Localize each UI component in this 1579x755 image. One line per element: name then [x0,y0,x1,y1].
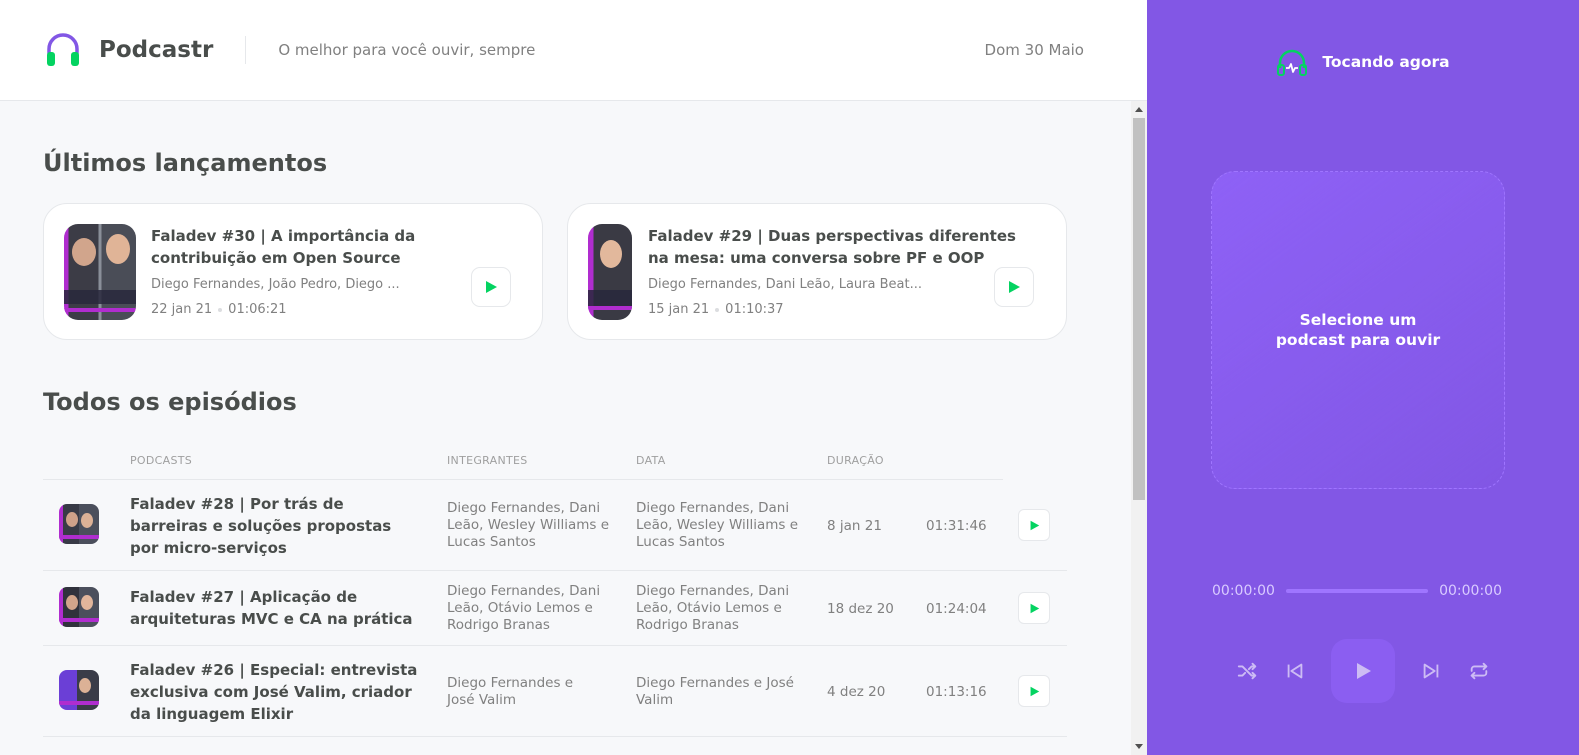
episode-duration: 01:06:21 [228,302,287,317]
episode-meta: 15 jan 21 01:10:37 [648,302,784,317]
app-name: Podcastr [99,37,214,63]
progress-slider[interactable] [1285,589,1429,593]
header-date: Dom 30 Maio [984,41,1084,59]
episode-thumbnail[interactable] [64,224,136,320]
episode-members: Diego Fernandes, Dani Leão, Wesley Willi… [447,500,610,550]
episode-thumbnail[interactable] [59,670,99,710]
repeat-icon [1470,662,1488,680]
play-icon [1030,520,1039,530]
header-divider [245,36,247,64]
table-row[interactable]: Faladev #28 | Por trás de barreiras e so… [43,480,1067,571]
episode-duration: 01:13:16 [926,684,987,700]
shuffle-button[interactable] [1235,659,1259,683]
episode-meta: 22 jan 21 01:06:21 [151,302,287,317]
episode-title[interactable]: Faladev #26 | Especial: entrevista exclu… [130,659,420,725]
episode-members: Diego Fernandes, Dani Leão, Otávio Lemos… [447,583,601,633]
shuffle-icon [1237,662,1257,680]
meta-separator [218,307,223,312]
episode-title[interactable]: Faladev #28 | Por trás de barreiras e so… [130,493,420,559]
total-time: 00:00:00 [1439,583,1502,599]
player-panel: Tocando agora Selecione um podcast para … [1147,0,1579,755]
episode-thumbnail[interactable] [59,504,99,544]
episode-duration: 01:24:04 [926,601,987,617]
latest-episode-card[interactable]: Faladev #29 | Duas perspectivas diferent… [567,203,1067,340]
play-button[interactable] [1018,509,1050,541]
table-row[interactable]: Faladev #26 | Especial: entrevista exclu… [43,646,1067,737]
play-button[interactable] [1018,675,1050,707]
play-button[interactable] [471,267,511,307]
play-icon [1030,603,1039,613]
episode-date: 8 jan 21 [827,518,882,534]
empty-player-message: Selecione um podcast para ouvir [1275,311,1441,349]
player-controls [1147,639,1579,703]
repeat-button[interactable] [1467,659,1491,683]
headphones-wave-icon [1277,49,1308,76]
latest-episode-card[interactable]: Faladev #30 | A importância da contribui… [43,203,543,340]
latest-releases-title: Últimos lançamentos [43,149,328,177]
player-header: Tocando agora [1147,48,1579,76]
skip-forward-icon [1423,663,1439,679]
play-button[interactable] [1018,592,1050,624]
next-button[interactable] [1419,659,1443,683]
episode-title[interactable]: Faladev #27 | Aplicação de arquiteturas … [130,586,420,630]
episode-data: Diego Fernandes, Dani Leão, Otávio Lemos… [636,583,790,633]
episode-thumbnail[interactable] [59,587,99,627]
play-icon [1030,686,1039,696]
episode-date: 22 jan 21 [151,302,213,317]
play-pause-button[interactable] [1331,639,1395,703]
all-episodes-title: Todos os episódios [43,388,297,416]
scroll-thumb[interactable] [1133,118,1145,500]
episode-data: Diego Fernandes e José Valim [636,675,794,708]
header-tagline: O melhor para você ouvir, sempre [278,41,536,59]
scroll-up-arrow-icon[interactable] [1135,107,1143,112]
episode-date: 18 dez 20 [827,601,894,617]
episode-title[interactable]: Faladev #30 | A importância da contribui… [151,225,521,269]
episode-data: Diego Fernandes, Dani Leão, Wesley Willi… [636,500,799,550]
episode-members: Diego Fernandes e José Valim [447,675,574,708]
current-time: 00:00:00 [1212,583,1275,599]
episode-members: Diego Fernandes, João Pedro, Diego ... [151,277,400,292]
play-icon [1009,281,1020,293]
column-header-duracao: DURAÇÃO [827,454,884,467]
scroll-down-arrow-icon[interactable] [1135,744,1143,749]
episode-duration: 01:10:37 [725,302,784,317]
main-content[interactable]: Últimos lançamentos Faladev #30 | A impo… [0,101,1131,755]
play-button[interactable] [994,267,1034,307]
episode-date: 4 dez 20 [827,684,886,700]
progress-bar: 00:00:00 00:00:00 [1212,583,1502,599]
headphones-icon [47,33,79,66]
meta-separator [715,307,720,312]
scrollbar[interactable] [1131,101,1147,755]
player-title: Tocando agora [1322,53,1450,71]
column-header-integrantes: INTEGRANTES [447,454,528,467]
column-header-podcasts: PODCASTS [130,454,193,467]
app-header: Podcastr O melhor para você ouvir, sempr… [0,0,1147,101]
play-icon [1357,663,1371,679]
previous-button[interactable] [1283,659,1307,683]
episode-thumbnail[interactable] [588,224,632,320]
table-row[interactable]: Faladev #27 | Aplicação de arquiteturas … [43,571,1067,646]
episode-date: 15 jan 21 [648,302,710,317]
episode-members: Diego Fernandes, Dani Leão, Laura Beat..… [648,277,922,292]
skip-back-icon [1287,663,1303,679]
empty-player-box: Selecione um podcast para ouvir [1211,171,1505,489]
episode-title[interactable]: Faladev #29 | Duas perspectivas diferent… [648,225,1038,269]
column-header-data: DATA [636,454,666,467]
play-icon [486,281,497,293]
episode-duration: 01:31:46 [926,518,987,534]
